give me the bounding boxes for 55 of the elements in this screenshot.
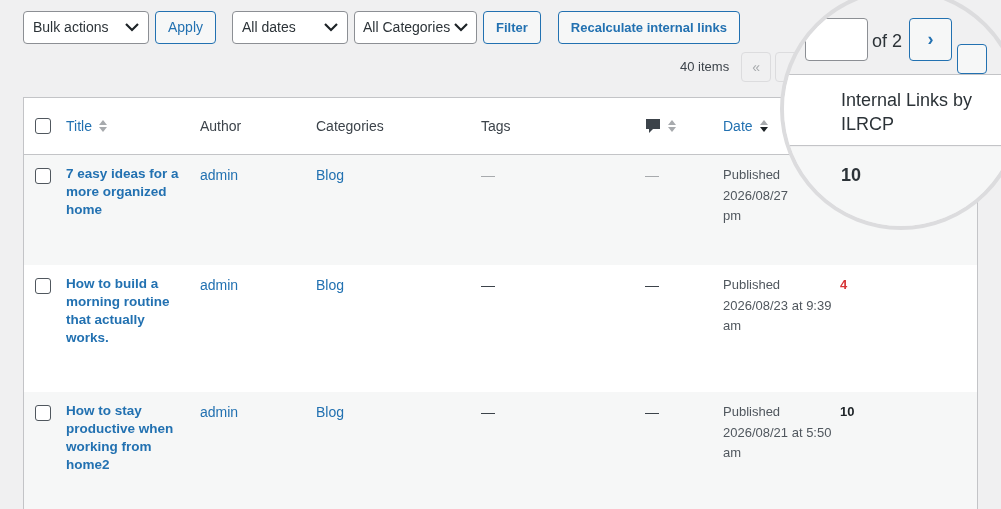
post-date: 2026/08/21 at 5:50 [723, 423, 833, 442]
post-time: pm [723, 207, 743, 225]
comments-cell: — [645, 167, 659, 183]
internal-links-count: 4 [840, 276, 848, 294]
post-time: am [723, 444, 743, 462]
category-link[interactable]: Blog [316, 404, 345, 420]
post-date: 2026/08/23 at 9:39 [723, 296, 833, 315]
filter-button[interactable]: Filter [483, 11, 541, 44]
category-link[interactable]: Blog [316, 277, 345, 293]
column-header-link[interactable]: Title [66, 115, 92, 137]
page-number-field[interactable] [805, 18, 868, 61]
post-time: am [723, 317, 743, 335]
column-header: Tags [481, 116, 511, 136]
tags-cell: — [481, 404, 495, 420]
row-checkbox[interactable] [35, 168, 51, 184]
author-link[interactable]: admin [200, 404, 239, 420]
page-total: of 2 [872, 30, 903, 53]
column-header: Internal Links by ILRCP [841, 89, 974, 136]
post-date: 2026/08/27 [723, 186, 790, 205]
post-title-link[interactable]: How to stay productive when working from home2 [66, 402, 186, 474]
post-status: Published [723, 403, 782, 421]
sort-icon [667, 118, 677, 134]
post-status: Published [723, 166, 782, 184]
chevron-down-icon [324, 23, 339, 32]
internal-links-count: 10 [841, 164, 862, 187]
dates-select[interactable]: All dates [232, 11, 349, 44]
post-title-link[interactable]: 7 easy ideas for a more organized home [66, 165, 186, 219]
post-status: Published [723, 276, 782, 294]
comments-cell: — [645, 404, 659, 420]
sort-icon [758, 118, 769, 134]
apply-button[interactable]: Apply [155, 11, 217, 44]
chevron-down-icon [454, 23, 469, 32]
column-header: Author [200, 116, 242, 136]
item-count: 40 items [680, 58, 730, 77]
tags-cell: — [481, 277, 495, 293]
bulk-actions-select[interactable]: Bulk actions [23, 11, 149, 44]
comment-icon[interactable] [645, 118, 661, 134]
column-header-link[interactable]: Date [723, 115, 753, 137]
row-checkbox[interactable] [35, 405, 51, 421]
recalculate-links-button[interactable]: Recalculate internal links [557, 11, 740, 44]
sort-icon [97, 118, 108, 134]
select-all-checkbox[interactable] [35, 118, 51, 134]
category-link[interactable]: Blog [316, 167, 345, 183]
post-title-link[interactable]: How to build a morning routine that actually works. [66, 275, 186, 347]
chevron-down-icon [125, 23, 139, 32]
internal-links-count: 10 [840, 403, 855, 421]
author-link[interactable]: admin [200, 167, 239, 183]
categories-select[interactable]: All Categories [354, 11, 478, 44]
author-link[interactable]: admin [200, 277, 239, 293]
next-page-button[interactable]: › [909, 18, 952, 61]
row-checkbox[interactable] [35, 278, 51, 294]
tags-cell: — [481, 167, 495, 183]
last-page-button[interactable] [957, 44, 987, 74]
column-header: Categories [316, 116, 384, 136]
comments-cell: — [645, 277, 659, 293]
